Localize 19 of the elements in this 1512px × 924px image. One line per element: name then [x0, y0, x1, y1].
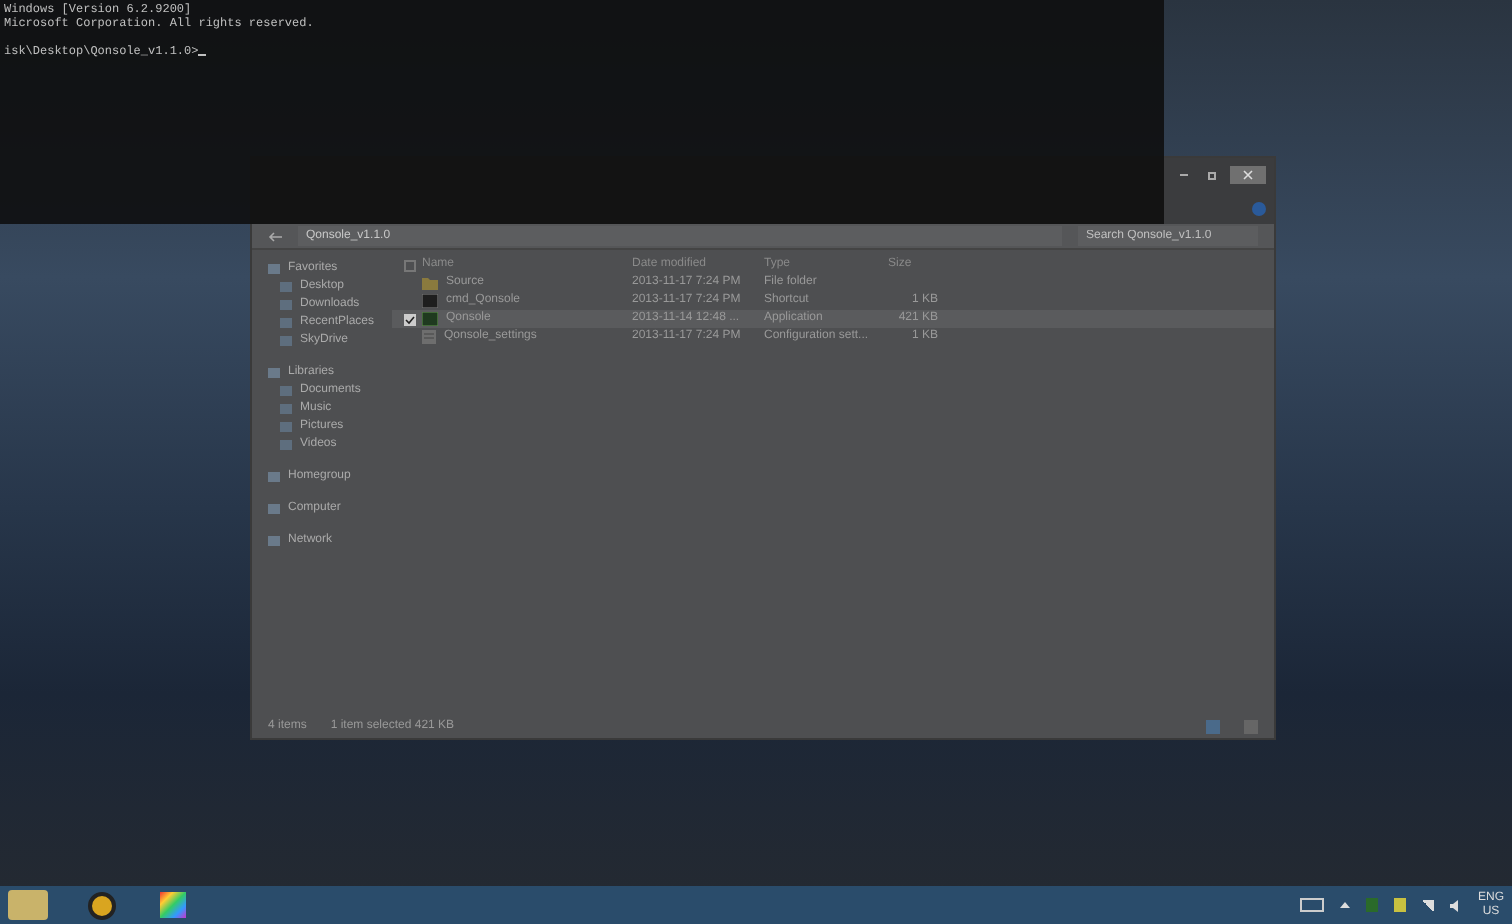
back-arrow-icon[interactable] [268, 231, 282, 241]
nav-group-icon [268, 367, 280, 377]
volume-icon[interactable] [1449, 899, 1462, 911]
row-checkbox[interactable] [404, 313, 416, 325]
select-all-checkbox[interactable] [404, 259, 416, 271]
close-button[interactable] [1230, 166, 1266, 184]
text-cursor [198, 54, 207, 56]
maximize-icon[interactable] [1208, 171, 1216, 179]
nav-group-icon [268, 503, 280, 513]
network-signal-icon[interactable] [1421, 899, 1434, 911]
settings-file-icon [422, 330, 436, 344]
colorful-app-icon[interactable] [160, 892, 186, 918]
keyboard-icon[interactable] [1299, 898, 1324, 912]
app-icon [422, 312, 438, 326]
nav-group-icon [268, 471, 280, 481]
nav-group-icon [268, 263, 280, 273]
show-hidden-icons-arrow[interactable] [1339, 902, 1350, 908]
nav-group-icon [268, 535, 280, 545]
round-app-icon[interactable] [88, 891, 116, 919]
